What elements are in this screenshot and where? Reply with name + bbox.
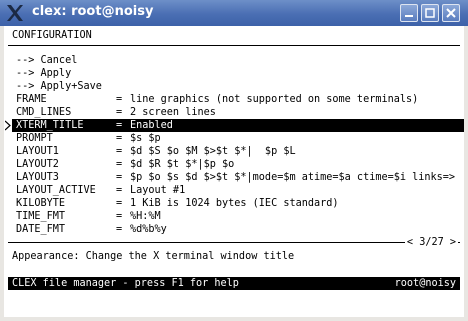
minimize-icon	[405, 15, 413, 17]
setting-name: DATE_FMT	[16, 224, 66, 235]
pager-indicator: < 3/27 >	[404, 236, 458, 249]
setting-name: LAYOUT_ACTIVE	[16, 185, 96, 196]
setting-row-layout2[interactable]: LAYOUT2 = $d $R $t $*|$p $o	[4, 158, 464, 171]
selection-marker	[4, 119, 12, 132]
setting-value: line graphics (not supported on some ter…	[130, 94, 419, 105]
application-window: clex: root@noisy CONFIGURATION --> Cance…	[0, 0, 468, 321]
setting-value: %d%b%y	[130, 224, 167, 235]
setting-name: XTERM_TITLE	[16, 120, 84, 131]
equals-sign: =	[116, 159, 123, 170]
equals-sign: =	[116, 211, 123, 222]
command-cancel[interactable]: --> Cancel	[4, 54, 464, 67]
equals-sign: =	[116, 224, 123, 235]
setting-name: TIME_FMT	[16, 211, 66, 222]
maximize-button[interactable]	[421, 4, 439, 22]
setting-name: LAYOUT1	[16, 146, 59, 157]
setting-description: Appearance: Change the X terminal window…	[12, 251, 295, 262]
equals-sign: =	[116, 185, 123, 196]
setting-row-layout1[interactable]: LAYOUT1 = $d $S $o $M $>$t $*| $p $L	[4, 145, 464, 158]
title-bar[interactable]: clex: root@noisy	[0, 0, 468, 26]
setting-row-kilobyte[interactable]: KILOBYTE = 1 KiB is 1024 bytes (IEC stan…	[4, 197, 464, 210]
setting-row-layout3[interactable]: LAYOUT3 = $p $o $s $d $>$t $*|mode=$m at…	[4, 171, 464, 184]
setting-value: $d $S $o $M $>$t $*| $p $L	[130, 146, 296, 157]
setting-value: Enabled	[130, 120, 173, 131]
window-title: clex: root@noisy	[32, 4, 154, 19]
setting-name: PROMPT	[16, 133, 53, 144]
x-logo-icon[interactable]	[5, 3, 25, 23]
command-label: --> Apply	[16, 68, 72, 79]
setting-name: FRAME	[16, 94, 47, 105]
setting-row-xterm-title-selected[interactable]: XTERM_TITLE = Enabled	[12, 119, 464, 132]
chevron-right-icon	[5, 120, 11, 131]
terminal-area[interactable]: CONFIGURATION --> Cancel --> Apply --> A…	[4, 26, 464, 317]
command-apply[interactable]: --> Apply	[4, 67, 464, 80]
command-label: --> Cancel	[16, 55, 78, 66]
setting-value: $d $R $t $*|$p $o	[130, 159, 235, 170]
setting-row-frame[interactable]: FRAME = line graphics (not supported on …	[4, 93, 464, 106]
equals-sign: =	[116, 198, 123, 209]
setting-value: 2 screen lines	[130, 107, 216, 118]
equals-sign: =	[116, 133, 123, 144]
command-apply-save[interactable]: --> Apply+Save	[4, 80, 464, 93]
equals-sign: =	[116, 172, 123, 183]
maximize-icon	[425, 8, 435, 18]
setting-name: KILOBYTE	[16, 198, 66, 209]
screen-header: CONFIGURATION	[12, 30, 92, 41]
close-button[interactable]	[442, 4, 460, 22]
status-host: root@noisy	[394, 278, 456, 289]
setting-row-time-fmt[interactable]: TIME_FMT = %H:%M	[4, 210, 464, 223]
equals-sign: =	[116, 120, 123, 131]
setting-value: %H:%M	[130, 211, 161, 222]
bottom-divider	[8, 242, 460, 243]
setting-row-cmd-lines[interactable]: CMD_LINES = 2 screen lines	[4, 106, 464, 119]
setting-name: LAYOUT3	[16, 172, 59, 183]
equals-sign: =	[116, 146, 123, 157]
setting-value: 1 KiB is 1024 bytes (IEC standard)	[130, 198, 339, 209]
setting-value: $p $o $s $d $>$t $*|mode=$m atime=$a cti…	[130, 172, 456, 183]
setting-value: $s $p	[130, 133, 161, 144]
status-bar: CLEX file manager - press F1 for help ro…	[8, 277, 460, 290]
equals-sign: =	[116, 94, 123, 105]
top-divider	[8, 45, 460, 46]
minimize-button[interactable]	[400, 4, 418, 22]
close-icon	[446, 8, 456, 18]
setting-name: LAYOUT2	[16, 159, 59, 170]
setting-row-prompt[interactable]: PROMPT = $s $p	[4, 132, 464, 145]
setting-name: CMD_LINES	[16, 107, 72, 118]
equals-sign: =	[116, 107, 123, 118]
status-text: CLEX file manager - press F1 for help	[12, 278, 239, 289]
setting-value: Layout #1	[130, 185, 186, 196]
command-label: --> Apply+Save	[16, 81, 102, 92]
setting-row-date-fmt[interactable]: DATE_FMT = %d%b%y	[4, 223, 464, 236]
setting-row-layout-active[interactable]: LAYOUT_ACTIVE = Layout #1	[4, 184, 464, 197]
